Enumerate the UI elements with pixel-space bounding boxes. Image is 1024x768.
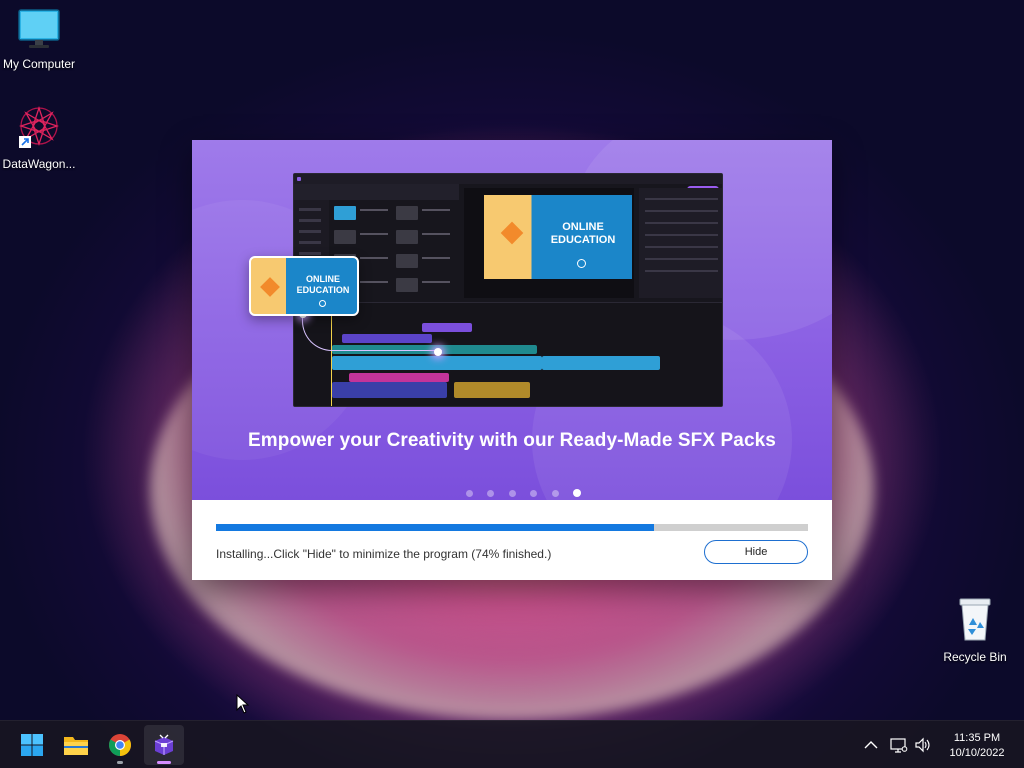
promo-banner: ONLINE EDUCATION ONLINE EDUCATION Empowe…	[192, 140, 832, 500]
installer-window: ONLINE EDUCATION ONLINE EDUCATION Empowe…	[192, 140, 832, 580]
sparkle-icon	[434, 348, 442, 356]
show-hidden-icons-button[interactable]	[859, 733, 883, 757]
chevron-up-icon	[864, 741, 878, 749]
carousel-dots	[466, 484, 591, 497]
editor-preview-panel: ONLINE EDUCATION	[464, 188, 634, 298]
network-icon	[890, 738, 908, 753]
editor-titlebar	[294, 174, 722, 184]
preview-title: ONLINE EDUCATION	[550, 221, 616, 246]
clock-date: 10/10/2022	[949, 747, 1005, 759]
carousel-dot[interactable]	[551, 490, 559, 497]
editor-properties-panel	[639, 188, 722, 298]
install-progress-bar	[216, 524, 808, 531]
volume-button[interactable]	[911, 733, 935, 757]
windows-start-icon	[21, 734, 43, 756]
clock-time: 11:35 PM	[953, 732, 1001, 744]
running-indicator	[157, 761, 171, 764]
illustration-connector	[302, 315, 442, 351]
editor-toolbar	[294, 184, 459, 200]
carousel-dot[interactable]	[487, 490, 495, 497]
install-progress-fill	[216, 524, 655, 531]
datawagon-shortcut-icon	[18, 105, 60, 148]
carousel-dot[interactable]	[466, 490, 473, 497]
desktop-icon-label: Recycle Bin	[943, 650, 1007, 664]
taskbar: 11:35 PM 10/10/2022	[0, 720, 1024, 768]
preview-stage: ONLINE EDUCATION	[484, 195, 632, 279]
desktop-icon-my-computer[interactable]: My Computer	[0, 8, 81, 71]
folder-icon	[64, 737, 88, 755]
promo-headline: Empower your Creativity with our Ready-M…	[248, 430, 776, 451]
hide-button[interactable]: Hide	[704, 540, 808, 564]
taskbar-installer[interactable]	[144, 725, 184, 765]
desktop-icon-label: My Computer	[2, 57, 76, 71]
mouse-cursor-icon	[236, 694, 250, 714]
desktop-icon-label: DataWagon...	[2, 157, 76, 171]
desktop-icon-recycle-bin[interactable]: Recycle Bin	[933, 595, 1017, 664]
taskbar-file-explorer[interactable]	[56, 725, 96, 765]
carousel-dot[interactable]	[530, 490, 538, 497]
chrome-icon	[109, 734, 131, 756]
network-status-button[interactable]	[887, 733, 911, 757]
card-title: ONLINE EDUCATION	[296, 274, 350, 295]
desktop-icon-datawagon[interactable]: DataWagon...	[0, 104, 81, 171]
carousel-dot[interactable]	[508, 490, 516, 497]
installer-box-icon	[154, 734, 174, 755]
running-indicator	[117, 761, 123, 764]
recycle-bin-icon	[959, 598, 991, 641]
monitor-icon	[18, 9, 60, 48]
education-card-illustration: ONLINE EDUCATION	[249, 256, 359, 316]
start-button[interactable]	[12, 725, 52, 765]
volume-icon	[915, 737, 930, 753]
install-status-text: Installing...Click "Hide" to minimize th…	[216, 547, 552, 561]
taskbar-chrome[interactable]	[100, 725, 140, 765]
taskbar-clock[interactable]: 11:35 PM 10/10/2022	[940, 731, 1014, 761]
